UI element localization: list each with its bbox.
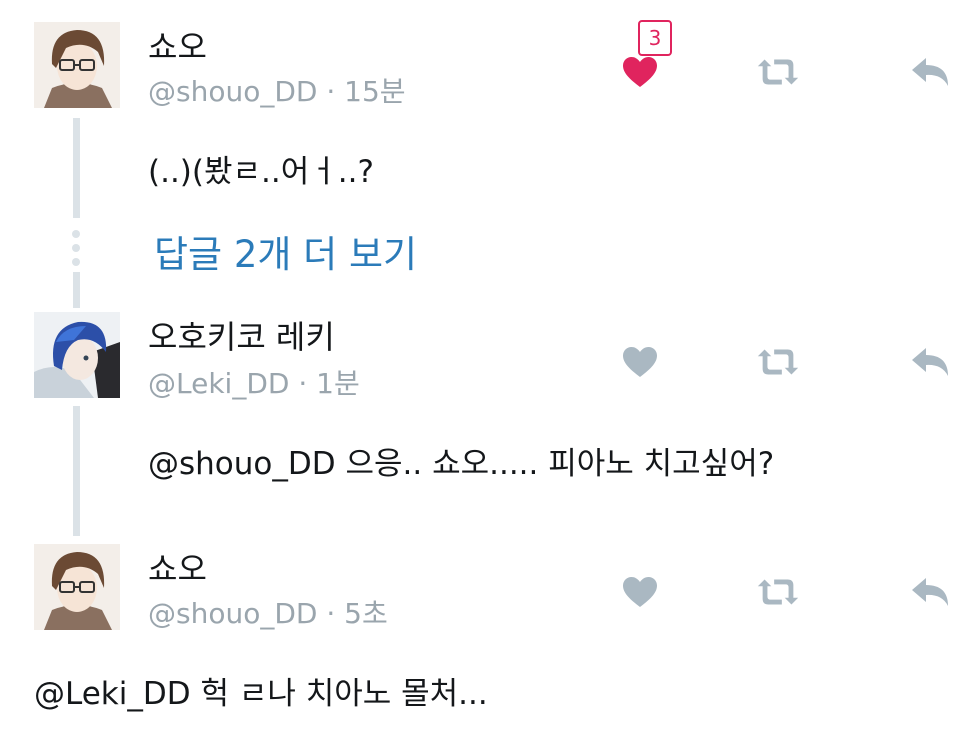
user-handle[interactable]: @shouo_DD — [148, 75, 317, 108]
separator: · — [317, 75, 345, 108]
retweet-icon — [757, 59, 799, 85]
tweet-text: @shouo_DD 으응.. 쇼오..... 피아노 치고싶어? — [148, 446, 775, 482]
retweet-icon — [757, 349, 799, 375]
separator: · — [317, 597, 345, 630]
like-button[interactable] — [616, 570, 664, 614]
thread-dot — [72, 258, 80, 266]
timestamp[interactable]: 15분 — [344, 75, 405, 108]
like-button[interactable] — [616, 50, 664, 94]
avatar[interactable] — [34, 544, 120, 630]
thread-dot — [72, 230, 80, 238]
tweet-text: (..)(봤ㄹ..어ㅓ..? — [148, 154, 374, 190]
display-name[interactable]: 쇼오 — [148, 544, 207, 590]
reply-button[interactable] — [906, 340, 954, 384]
retweet-button[interactable] — [754, 570, 802, 614]
heart-icon — [623, 57, 657, 87]
reply-icon — [912, 348, 948, 376]
retweet-button[interactable] — [754, 50, 802, 94]
handle-time: @shouo_DD · 15분 — [148, 70, 406, 110]
thread-line — [73, 118, 80, 218]
heart-icon — [623, 577, 657, 607]
reply-button[interactable] — [906, 50, 954, 94]
retweet-button[interactable] — [754, 340, 802, 384]
thread-line — [73, 272, 80, 308]
reply-icon — [912, 58, 948, 86]
display-name[interactable]: 쇼오 — [148, 22, 207, 68]
handle-time: @shouo_DD · 5초 — [148, 592, 388, 632]
reply-button[interactable] — [906, 570, 954, 614]
timestamp[interactable]: 5초 — [344, 597, 388, 630]
thread-line — [73, 406, 80, 536]
avatar[interactable] — [34, 22, 120, 108]
user-handle[interactable]: @Leki_DD — [148, 367, 289, 400]
thread-dot — [72, 244, 80, 252]
show-more-replies-link[interactable]: 답글 2개 더 보기 — [154, 224, 417, 278]
display-name[interactable]: 오호키코 레키 — [148, 312, 335, 358]
like-button[interactable] — [616, 340, 664, 384]
tweet-text: @Leki_DD 헉 ㄹ나 치아노 몰처... — [34, 676, 488, 712]
user-handle[interactable]: @shouo_DD — [148, 597, 317, 630]
reply-icon — [912, 578, 948, 606]
handle-time: @Leki_DD · 1분 — [148, 362, 360, 402]
heart-icon — [623, 347, 657, 377]
timestamp[interactable]: 1분 — [316, 367, 360, 400]
separator: · — [289, 367, 317, 400]
retweet-icon — [757, 579, 799, 605]
avatar[interactable] — [34, 312, 120, 398]
